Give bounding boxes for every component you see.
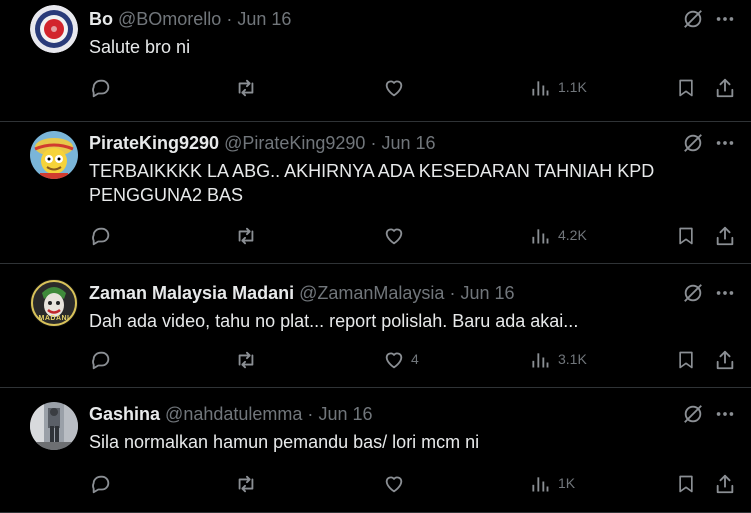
views-icon bbox=[530, 77, 550, 99]
retweet-button[interactable] bbox=[234, 349, 258, 371]
tweet-text: Sila normalkan hamun pemandu bas/ lori m… bbox=[89, 432, 480, 452]
like-count: 4 bbox=[411, 351, 419, 367]
separator-dot: · bbox=[226, 9, 233, 29]
avatar[interactable] bbox=[30, 402, 78, 450]
retweet-icon bbox=[234, 225, 258, 247]
retweet-icon bbox=[234, 473, 258, 495]
separator-dot: · bbox=[449, 283, 456, 303]
retweet-icon bbox=[234, 77, 258, 99]
views-button[interactable]: 3.1K bbox=[530, 349, 587, 371]
share-icon bbox=[714, 225, 736, 247]
avatar[interactable] bbox=[30, 5, 78, 53]
views-button[interactable]: 1K bbox=[530, 473, 575, 495]
views-count: 1.1K bbox=[558, 79, 587, 95]
user-handle[interactable]: @nahdatulemma bbox=[165, 404, 302, 424]
grok-icon[interactable] bbox=[682, 132, 704, 154]
retweet-button[interactable] bbox=[234, 473, 258, 495]
views-count: 1K bbox=[558, 475, 576, 491]
display-name[interactable]: Gashina bbox=[89, 404, 160, 424]
bookmark-icon bbox=[676, 77, 696, 99]
tweet[interactable]: Bo @BOmorello · Jun 16 Salute bro ni 1.1… bbox=[0, 0, 751, 122]
grok-icon[interactable] bbox=[682, 8, 704, 30]
retweet-button[interactable] bbox=[234, 225, 258, 247]
grok-icon[interactable] bbox=[682, 403, 704, 425]
bookmark-button[interactable] bbox=[676, 225, 696, 247]
like-button[interactable] bbox=[383, 77, 405, 99]
bookmark-button[interactable] bbox=[676, 349, 696, 371]
more-icon[interactable] bbox=[714, 8, 736, 30]
share-button[interactable] bbox=[714, 77, 736, 99]
bookmark-button[interactable] bbox=[676, 473, 696, 495]
share-icon bbox=[714, 349, 736, 371]
tweet-date[interactable]: Jun 16 bbox=[460, 283, 514, 303]
views-button[interactable]: 1.1K bbox=[530, 77, 587, 99]
separator-dot: · bbox=[370, 133, 377, 153]
reply-button[interactable] bbox=[90, 473, 112, 495]
views-icon bbox=[530, 225, 550, 247]
like-button[interactable]: 4 bbox=[383, 349, 419, 371]
more-icon[interactable] bbox=[714, 282, 736, 304]
reply-icon bbox=[90, 225, 112, 247]
bookmark-icon bbox=[676, 225, 696, 247]
like-button[interactable] bbox=[383, 225, 405, 247]
tweet-header: Bo @BOmorello · Jun 16 bbox=[89, 8, 291, 30]
grok-icon[interactable] bbox=[682, 282, 704, 304]
share-button[interactable] bbox=[714, 349, 736, 371]
tweet[interactable]: PirateKing9290 @PirateKing9290 · Jun 16 … bbox=[0, 121, 751, 264]
tweet-date[interactable]: Jun 16 bbox=[237, 9, 291, 29]
reply-icon bbox=[90, 77, 112, 99]
avatar-label: MADANI bbox=[38, 315, 70, 322]
reply-icon bbox=[90, 349, 112, 371]
display-name[interactable]: Zaman Malaysia Madani bbox=[89, 283, 294, 303]
more-icon[interactable] bbox=[714, 132, 736, 154]
user-handle[interactable]: @BOmorello bbox=[118, 9, 221, 29]
views-icon bbox=[530, 473, 550, 495]
views-button[interactable]: 4.2K bbox=[530, 225, 587, 247]
views-icon bbox=[530, 349, 550, 371]
tweet-date[interactable]: Jun 16 bbox=[318, 404, 372, 424]
reply-button[interactable] bbox=[90, 77, 112, 99]
tweet-header: Gashina @nahdatulemma · Jun 16 bbox=[89, 403, 372, 425]
like-button[interactable] bbox=[383, 473, 405, 495]
bookmark-button[interactable] bbox=[676, 77, 696, 99]
reply-icon bbox=[90, 473, 112, 495]
user-handle[interactable]: @PirateKing9290 bbox=[224, 133, 365, 153]
reply-button[interactable] bbox=[90, 349, 112, 371]
tweet-header: PirateKing9290 @PirateKing9290 · Jun 16 bbox=[89, 132, 436, 154]
avatar[interactable]: MADANI bbox=[30, 279, 78, 327]
like-icon bbox=[383, 473, 405, 495]
share-button[interactable] bbox=[714, 473, 736, 495]
share-icon bbox=[714, 77, 736, 99]
bookmark-icon bbox=[676, 473, 696, 495]
views-count: 3.1K bbox=[558, 351, 587, 367]
tweet[interactable]: Gashina @nahdatulemma · Jun 16 Sila norm… bbox=[0, 388, 751, 513]
more-icon[interactable] bbox=[714, 403, 736, 425]
display-name[interactable]: Bo bbox=[89, 9, 113, 29]
like-icon bbox=[383, 349, 405, 371]
separator-dot: · bbox=[307, 404, 314, 424]
share-button[interactable] bbox=[714, 225, 736, 247]
share-icon bbox=[714, 473, 736, 495]
retweet-icon bbox=[234, 349, 258, 371]
tweet-text: Salute bro ni bbox=[89, 37, 191, 57]
reply-button[interactable] bbox=[90, 225, 112, 247]
tweet-header: Zaman Malaysia Madani @ZamanMalaysia · J… bbox=[89, 282, 515, 304]
views-count: 4.2K bbox=[558, 227, 587, 243]
avatar[interactable] bbox=[30, 131, 78, 179]
like-icon bbox=[383, 225, 405, 247]
tweet-date[interactable]: Jun 16 bbox=[381, 133, 435, 153]
user-handle[interactable]: @ZamanMalaysia bbox=[299, 283, 444, 303]
retweet-button[interactable] bbox=[234, 77, 258, 99]
display-name[interactable]: PirateKing9290 bbox=[89, 133, 219, 153]
tweet[interactable]: MADANI Zaman Malaysia Madani @ZamanMalay… bbox=[0, 264, 751, 388]
tweet-text: Dah ada video, tahu no plat... report po… bbox=[89, 311, 579, 331]
tweet-text: TERBAIKKKK LA ABG.. AKHIRNYA ADA KESEDAR… bbox=[89, 161, 655, 205]
bookmark-icon bbox=[676, 349, 696, 371]
like-icon bbox=[383, 77, 405, 99]
